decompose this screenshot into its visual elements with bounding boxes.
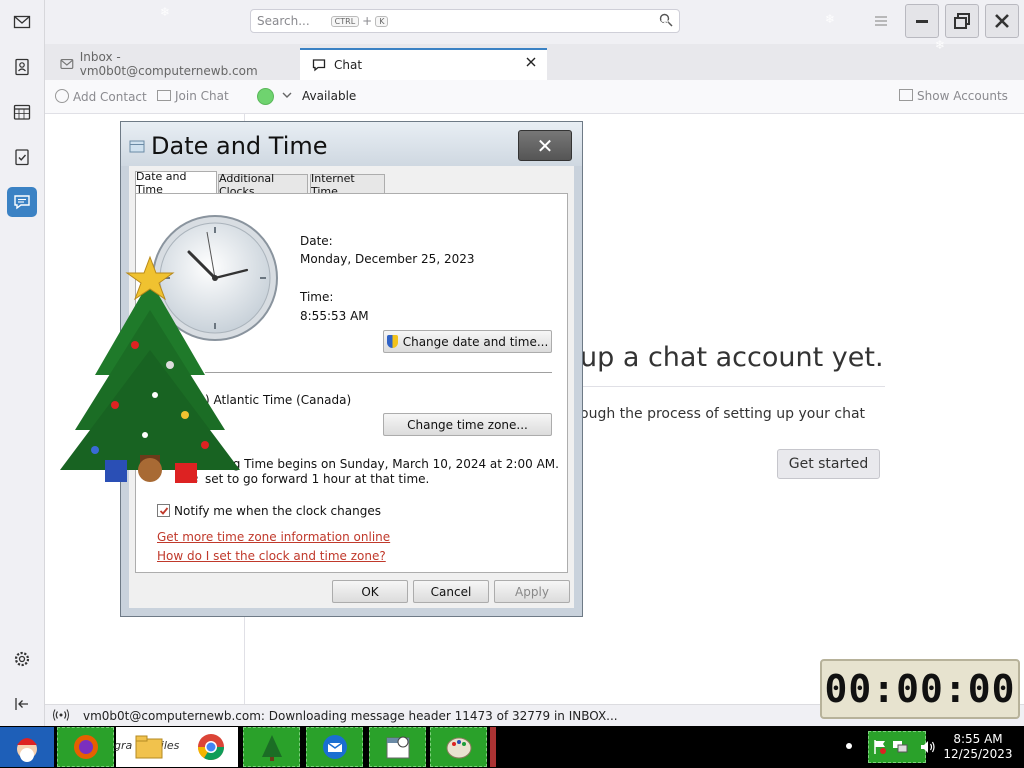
- paint-palette-icon: [446, 737, 471, 759]
- mail-icon[interactable]: [7, 7, 37, 37]
- clock-date: 12/25/2023: [943, 747, 1013, 761]
- time-value: 8:55:53 AM: [300, 309, 369, 323]
- join-chat-button[interactable]: Join Chat: [157, 89, 229, 103]
- search-placeholder: Search...: [257, 14, 310, 28]
- change-date-time-label: Change date and time...: [402, 334, 549, 349]
- show-accounts-label: Show Accounts: [917, 89, 1008, 103]
- timer-widget[interactable]: 00:00:00: [820, 659, 1020, 719]
- snowflake-decoration: ❄: [825, 12, 836, 26]
- tab-additional-clocks[interactable]: Additional Clocks: [218, 172, 308, 198]
- hamburger-menu-icon[interactable]: [874, 14, 888, 31]
- time-zone-info-link[interactable]: Get more time zone information online: [157, 530, 390, 544]
- how-to-set-clock-link[interactable]: How do I set the clock and time zone?: [157, 549, 386, 563]
- start-button[interactable]: [0, 727, 54, 767]
- taskbar-calendar-app[interactable]: [369, 727, 426, 767]
- add-contact-label: Add Contact: [73, 90, 147, 104]
- christmas-tree-decoration: [55, 255, 255, 498]
- snowflake-decoration: ❄: [160, 5, 171, 19]
- santa-icon: [17, 738, 37, 762]
- snowflake-decoration: ❄: [660, 16, 671, 30]
- collapse-icon[interactable]: [7, 689, 37, 719]
- separator: [205, 372, 552, 373]
- no-account-title: up a chat account yet.: [580, 342, 884, 373]
- minimize-icon: [916, 20, 928, 23]
- show-accounts-button[interactable]: Show Accounts: [899, 89, 1008, 103]
- accounts-icon: [899, 89, 913, 101]
- search-shortcut-k: K: [375, 15, 389, 27]
- taskbar-paint[interactable]: [430, 727, 487, 767]
- tab-chat[interactable]: Chat: [300, 48, 547, 80]
- dialog-title: Date and Time: [151, 132, 328, 160]
- notify-label[interactable]: Notify me when the clock changes: [174, 504, 381, 518]
- status-message: vm0b0t@computernewb.com: Downloading mes…: [83, 708, 618, 723]
- apply-button[interactable]: Apply: [494, 580, 570, 603]
- close-tab-icon[interactable]: [525, 56, 537, 71]
- divider: [575, 386, 885, 387]
- tab-chat-label: Chat: [334, 58, 363, 72]
- spaces-toolbar: [0, 0, 45, 726]
- firefox-icon: [73, 735, 98, 759]
- taskbar-file-explorer[interactable]: gra d files: [114, 727, 238, 767]
- cancel-button[interactable]: Cancel: [413, 580, 489, 603]
- change-date-time-button[interactable]: Change date and time...: [383, 330, 552, 353]
- taskbar-firefox[interactable]: [57, 727, 114, 767]
- tab-internet-time[interactable]: Internet Time: [310, 172, 385, 198]
- change-time-zone-button[interactable]: Change time zone...: [383, 413, 552, 436]
- snowflake-decoration: ❄: [465, 67, 476, 81]
- no-account-description: ough the process of setting up your chat: [580, 406, 866, 422]
- join-chat-icon: [157, 90, 171, 101]
- volume-icon[interactable]: [920, 739, 936, 758]
- tab-inbox[interactable]: Inbox - vm0b0t@computernewb.com: [48, 48, 298, 80]
- search-shortcut-plus: +: [362, 14, 373, 28]
- snowflake-decoration: ❄: [935, 38, 946, 52]
- search-shortcut-ctrl: CTRL: [330, 15, 360, 27]
- clock-time: 8:55 AM: [953, 732, 1003, 746]
- date-value: Monday, December 25, 2023: [300, 252, 475, 266]
- add-contact-icon: [55, 89, 69, 103]
- taskbar-thunderbird[interactable]: [306, 727, 363, 767]
- chat-icon[interactable]: [7, 187, 37, 217]
- date-label: Date:: [300, 234, 333, 248]
- network-icon[interactable]: [892, 739, 908, 758]
- tasks-icon[interactable]: [7, 142, 37, 172]
- restore-button[interactable]: [945, 4, 979, 38]
- notify-checkbox[interactable]: [157, 504, 170, 517]
- dialog-close-button[interactable]: ✕: [518, 130, 572, 161]
- chevron-down-icon[interactable]: [281, 89, 293, 104]
- status-label[interactable]: Available: [302, 89, 356, 103]
- restore-icon: [954, 13, 970, 29]
- taskbar-clock[interactable]: 8:55 AM 12/25/2023: [938, 732, 1018, 762]
- add-contact-button[interactable]: Add Contact: [55, 89, 147, 104]
- tab-date-and-time[interactable]: Date and Time: [135, 170, 217, 196]
- inbox-tab-icon: [60, 59, 74, 69]
- tree-icon: [261, 735, 282, 761]
- checkmark-icon: [159, 506, 168, 515]
- get-started-button[interactable]: Get started: [777, 449, 880, 479]
- tray-dot-icon: [846, 743, 852, 749]
- close-window-button[interactable]: [985, 4, 1019, 38]
- tab-inbox-label: Inbox - vm0b0t@computernewb.com: [79, 50, 258, 78]
- taskbar-tree-app[interactable]: [243, 727, 300, 767]
- chrome-icon: [197, 734, 225, 761]
- status-available-icon[interactable]: [257, 88, 274, 105]
- ok-button[interactable]: OK: [332, 580, 408, 603]
- action-center-flag-icon[interactable]: [873, 739, 887, 758]
- calendar-icon[interactable]: [7, 97, 37, 127]
- search-input[interactable]: Search... CTRL + K: [250, 9, 680, 33]
- time-label: Time:: [300, 290, 334, 304]
- join-chat-label: Join Chat: [175, 89, 229, 103]
- close-icon: [995, 14, 1009, 28]
- minimize-button[interactable]: [905, 4, 939, 38]
- taskbar-separator: [490, 727, 496, 767]
- online-status-icon[interactable]: [53, 709, 69, 724]
- calendar-clock-icon: [386, 736, 409, 759]
- settings-icon[interactable]: [7, 644, 37, 674]
- folder-icon: [135, 735, 163, 759]
- uac-shield-icon: [386, 335, 398, 348]
- chat-tab-icon: [312, 59, 326, 72]
- thunderbird-icon: [322, 735, 347, 759]
- address-book-icon[interactable]: [7, 52, 37, 82]
- clock-app-icon: [129, 138, 145, 157]
